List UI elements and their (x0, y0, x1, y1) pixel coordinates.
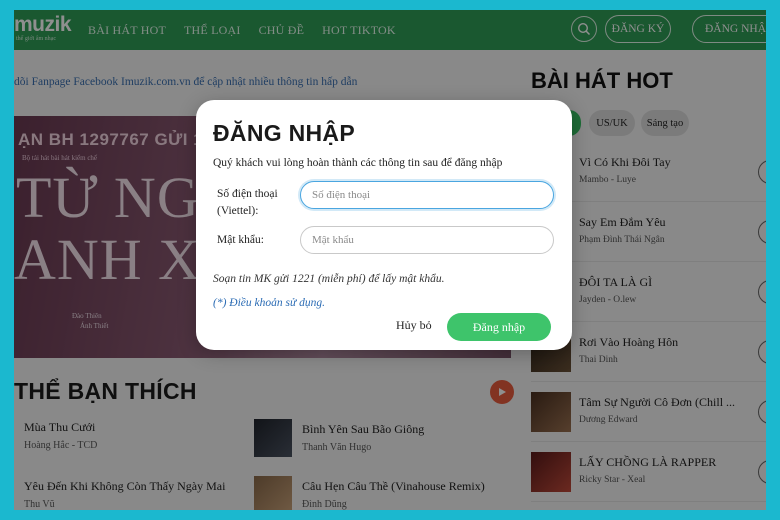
modal-description: Quý khách vui lòng hoàn thành các thông … (213, 157, 503, 169)
password-input[interactable] (300, 226, 554, 254)
terms-link[interactable]: (*) Điều khoản sử dụng. (213, 297, 325, 309)
cancel-button[interactable]: Hủy bỏ (396, 318, 432, 333)
submit-login-button[interactable]: Đăng nhập (447, 313, 551, 341)
password-label: Mật khẩu: (217, 234, 264, 246)
sms-instruction: Soạn tin MK gửi 1221 (miễn phí) để lấy m… (213, 273, 445, 285)
phone-input[interactable] (300, 181, 554, 209)
login-modal: ĐĂNG NHẬP Quý khách vui lòng hoàn thành … (196, 100, 572, 350)
phone-label: Số điện thoại (Viettel): (217, 188, 278, 217)
modal-title: ĐĂNG NHẬP (213, 120, 355, 146)
